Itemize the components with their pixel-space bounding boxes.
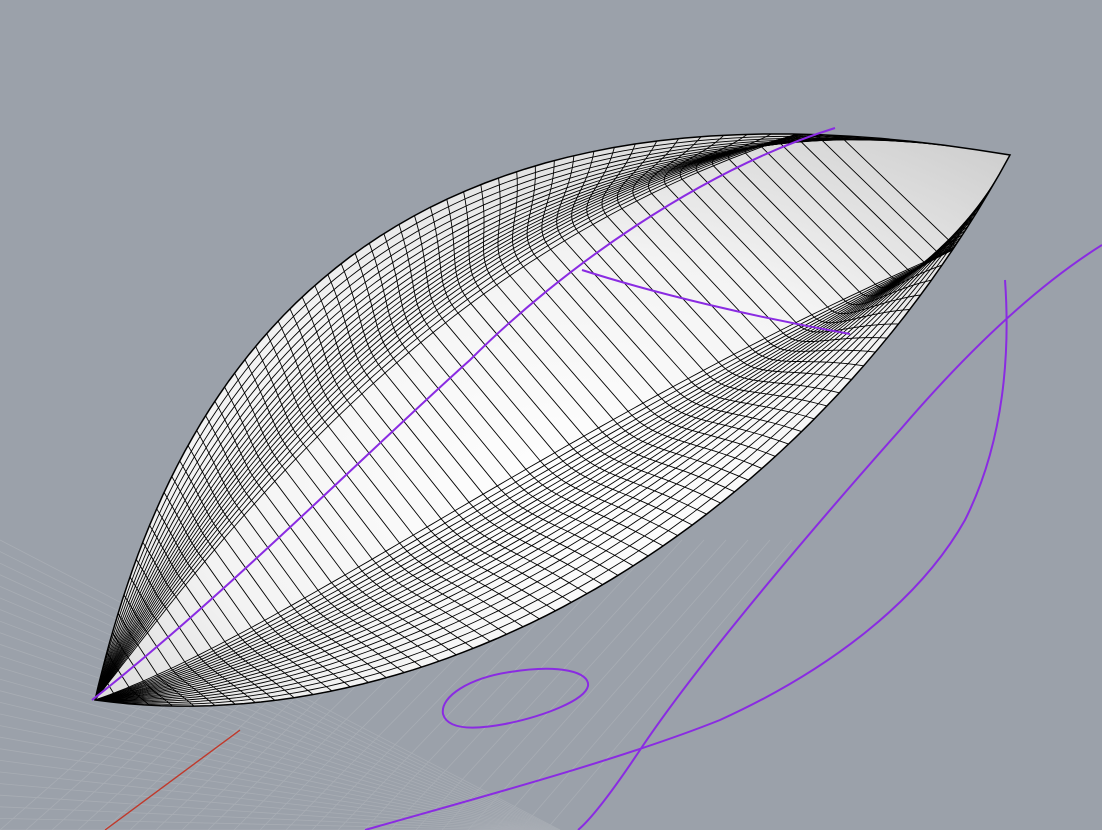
perspective-viewport[interactable] (0, 0, 1102, 830)
surface[interactable] (94, 120, 1012, 707)
grid-line (0, 748, 532, 830)
grid-line (0, 702, 538, 830)
grid-line (0, 736, 533, 830)
x-axis-line (104, 729, 241, 830)
